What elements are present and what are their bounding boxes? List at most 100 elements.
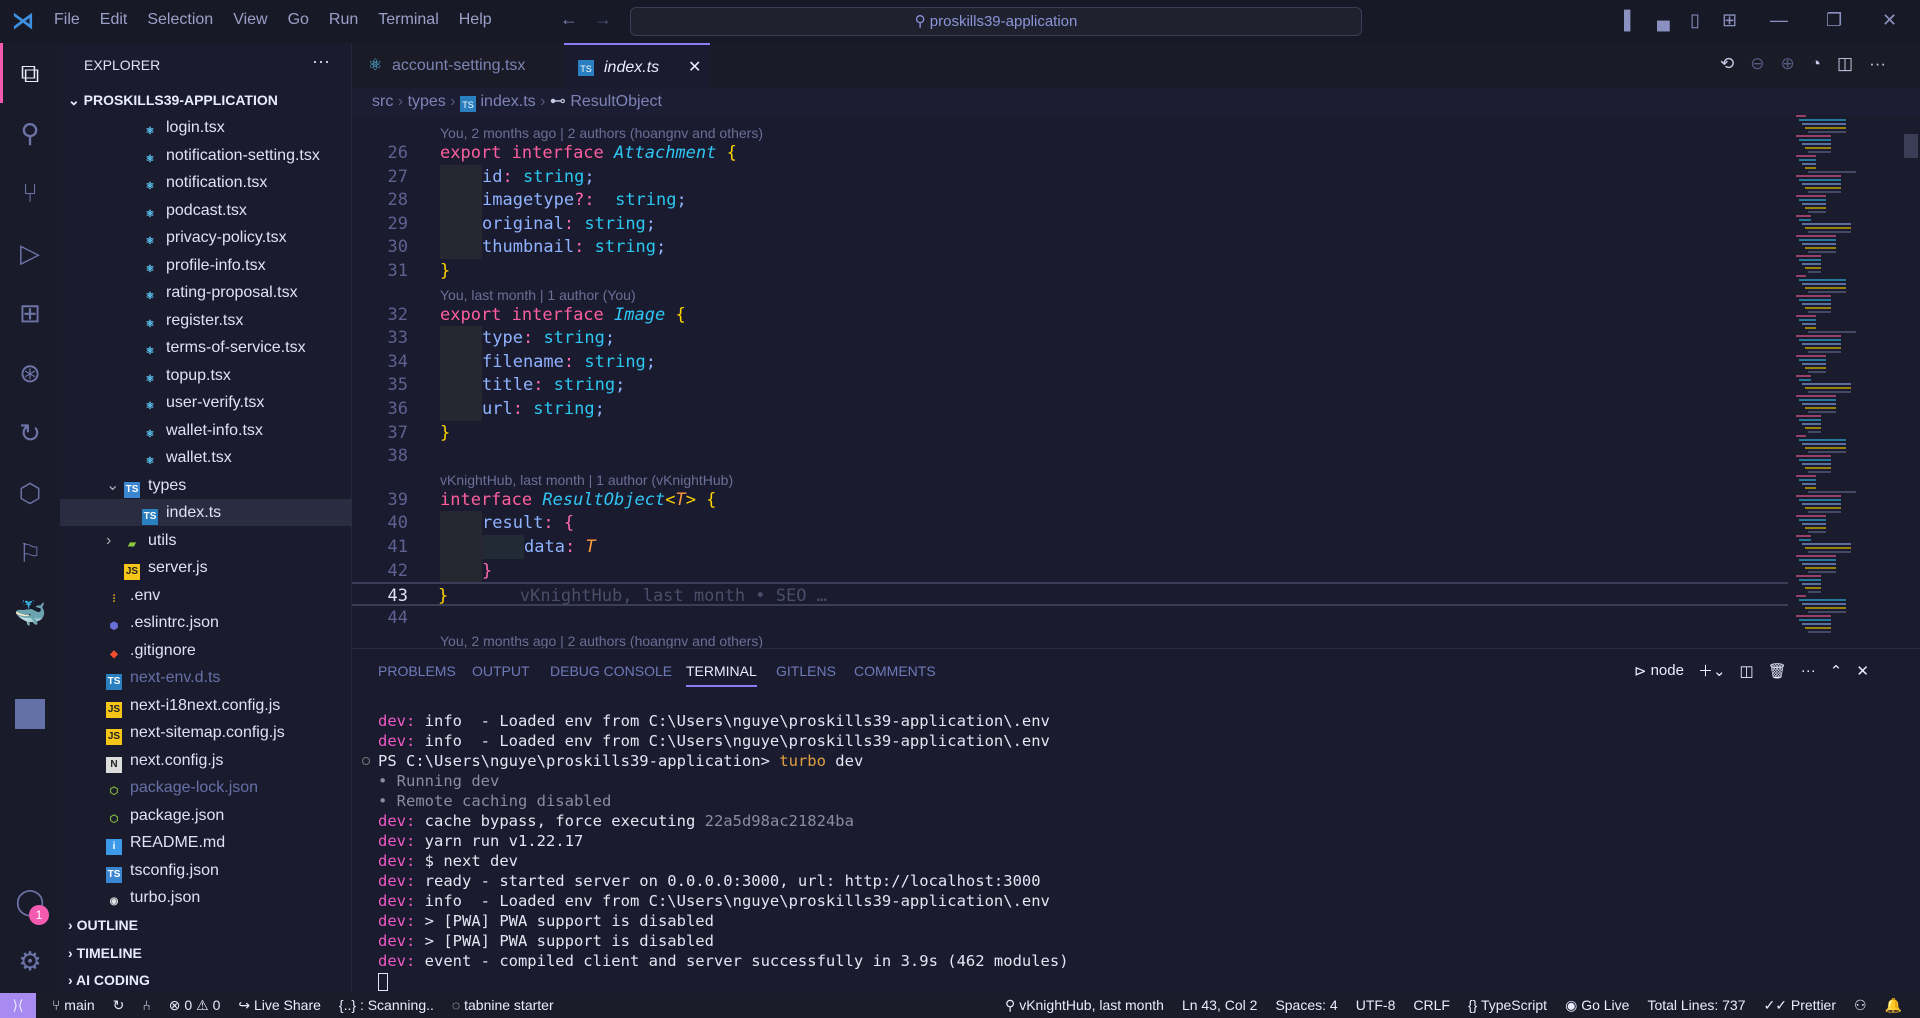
tree-item[interactable]: TS next-env.d.ts (60, 664, 352, 691)
terminal-shell-label[interactable]: node (1651, 662, 1684, 679)
split-editor-icon[interactable]: ◫ (1837, 54, 1853, 74)
more-actions-icon[interactable]: ··· (312, 51, 330, 72)
code-line[interactable]: 39 interface ResultObject<T> { (352, 488, 1788, 512)
section-ai-coding[interactable]: › AI CODING (60, 967, 352, 994)
remote-indicator[interactable]: ⟩⟨ (0, 993, 36, 1018)
tree-item[interactable]: JS server.js (60, 554, 352, 581)
tree-item[interactable]: ◉ turbo.json (60, 884, 352, 911)
live-share-item[interactable]: ↪ Live Share (238, 993, 321, 1018)
code-line[interactable]: 30 thumbnail: string; (352, 235, 1788, 260)
command-center-search[interactable]: ⚲ proskills39-application (630, 7, 1362, 36)
panel-tab-gitlens[interactable]: GITLENS (776, 663, 836, 679)
prettier-item[interactable]: ✓✓ Prettier (1764, 993, 1836, 1018)
code-line[interactable]: 37} (352, 421, 1788, 445)
editor-scrollbar-thumb[interactable] (1904, 134, 1918, 158)
menu-item-selection[interactable]: Selection (137, 11, 223, 29)
tree-item[interactable]: ⚛ topup.tsx (60, 362, 352, 389)
breadcrumb-src[interactable]: src (372, 93, 393, 110)
tree-item[interactable]: JS next-sitemap.config.js (60, 719, 352, 746)
explorer-icon[interactable]: ⧉ (14, 57, 46, 89)
gitlens-compare-icon[interactable]: ◔ (1811, 54, 1821, 74)
source-control-icon[interactable]: ⑂ (14, 177, 46, 209)
code-line[interactable]: 26 export interface Attachment { (352, 141, 1788, 165)
tree-item[interactable]: ⚛ user-verify.tsx (60, 389, 352, 416)
chevron-right-icon[interactable]: › (106, 527, 111, 554)
tree-item[interactable]: ⚛ rating-proposal.tsx (60, 279, 352, 306)
close-window-icon[interactable]: ✕ (1882, 10, 1897, 31)
tab-account-setting[interactable]: ⚛ account-setting.tsx (352, 43, 564, 88)
chevron-down-icon[interactable]: ⌄ (106, 472, 119, 499)
search-icon[interactable]: ⚲ (14, 117, 46, 149)
breadcrumb-types[interactable]: types (408, 93, 446, 110)
tree-item[interactable]: ⬡ package.json (60, 802, 352, 829)
tree-item[interactable]: ◆ .gitignore (60, 637, 352, 664)
workspace-root[interactable]: ⌄ PROSKILLS39-APPLICATION (60, 87, 352, 114)
toggle-primary-sidebar-icon[interactable]: ▌ (1624, 10, 1637, 31)
menu-item-edit[interactable]: Edit (90, 11, 138, 29)
code-line[interactable]: 32 export interface Image { (352, 303, 1788, 327)
code-line[interactable]: 35 title: string; (352, 373, 1788, 398)
menu-item-terminal[interactable]: Terminal (368, 11, 448, 29)
code-line[interactable]: 41 data: T (352, 535, 1788, 559)
bookmark-icon[interactable]: ⚐ (14, 537, 46, 569)
problems-item[interactable]: ⊗ 0 ⚠ 0 (169, 993, 221, 1018)
panel-tab-terminal[interactable]: TERMINAL (686, 663, 757, 687)
code-line[interactable]: 27 id: string; (352, 164, 1788, 189)
panel-tab-debug-console[interactable]: DEBUG CONSOLE (550, 663, 672, 679)
tree-item[interactable]: ⫶ .env (60, 582, 352, 609)
open-changes-icon[interactable]: ⟲ (1720, 54, 1734, 74)
tree-item[interactable]: ⚛ profile-info.tsx (60, 252, 352, 279)
section-timeline[interactable]: › TIMELINE (60, 940, 352, 967)
branch-item[interactable]: ⑂ main (52, 993, 95, 1018)
cursor-position[interactable]: Ln 43, Col 2 (1182, 993, 1258, 1018)
tree-item[interactable]: › ▰ utils (60, 527, 352, 554)
tree-item[interactable]: ⌄ TS types (60, 472, 352, 499)
minimap[interactable] (1788, 115, 1868, 648)
tree-item[interactable]: ⚛ login.tsx (60, 114, 352, 141)
tree-item[interactable]: Nnext.config.js (60, 747, 352, 774)
menu-item-go[interactable]: Go (278, 11, 319, 29)
run-debug-icon[interactable]: ▷ (14, 237, 46, 269)
blame-item[interactable]: ⚲ vKnightHub, last month (1005, 993, 1164, 1018)
next-change-icon[interactable]: ⊕ (1781, 54, 1795, 74)
split-terminal-icon[interactable]: ◫ (1740, 662, 1754, 680)
scanning-status[interactable]: {..} : Scanning.. (339, 993, 434, 1018)
live-share-icon[interactable]: ↻ (14, 417, 46, 449)
tree-item[interactable]: i README.md (60, 829, 352, 856)
notifications-bell-icon[interactable]: 🔔 (1885, 993, 1902, 1018)
close-tab-icon[interactable]: ✕ (688, 45, 701, 90)
tree-item[interactable]: ⚛ privacy-policy.tsx (60, 224, 352, 251)
forward-arrow-icon[interactable]: → (594, 9, 612, 30)
accounts-status-icon[interactable]: ⚇ (1854, 993, 1867, 1018)
docker-icon[interactable]: 🐳 (14, 597, 46, 629)
new-terminal-icon[interactable]: ＋⌄ (1698, 660, 1726, 681)
code-line[interactable]: 36 url: string; (352, 397, 1788, 421)
code-line[interactable]: 43} vKnightHub, last month • SEO … (352, 582, 1788, 607)
code-line[interactable]: 29 original: string; (352, 211, 1788, 236)
back-arrow-icon[interactable]: ← (560, 9, 578, 30)
code-line[interactable]: 33 type: string; (352, 326, 1788, 351)
tab-index-ts[interactable]: TS index.ts ✕ (564, 43, 710, 88)
codelens-text[interactable]: You, 2 months ago | 2 authors (hoangnv a… (440, 629, 763, 648)
code-line[interactable]: 40 result: { (352, 511, 1788, 536)
tree-item[interactable]: TS index.ts (60, 499, 352, 526)
settings-gear-icon[interactable]: ⚙ (14, 945, 46, 977)
kill-terminal-icon[interactable]: 🗑 (1768, 662, 1787, 680)
tree-item[interactable]: ⬢ .eslintrc.json (60, 609, 352, 636)
more-actions-icon[interactable]: ··· (1801, 662, 1816, 679)
tree-item[interactable]: ⚛ wallet.tsx (60, 444, 352, 471)
menu-item-file[interactable]: File (44, 11, 90, 29)
git-graph-icon[interactable]: ⑃ (142, 993, 150, 1018)
line-endings[interactable]: CRLF (1413, 993, 1450, 1018)
tree-item[interactable]: ⚛ terms-of-service.tsx (60, 334, 352, 361)
restore-icon[interactable]: ❐ (1826, 10, 1842, 31)
minimize-icon[interactable]: — (1770, 10, 1788, 31)
tree-item[interactable]: ⚛ register.tsx (60, 307, 352, 334)
code-line[interactable]: 38 (352, 444, 1788, 468)
encoding[interactable]: UTF-8 (1356, 993, 1396, 1018)
menu-item-help[interactable]: Help (449, 11, 502, 29)
more-actions-icon[interactable]: ··· (1869, 54, 1886, 74)
language-mode[interactable]: {} TypeScript (1468, 993, 1547, 1018)
extension-square-icon[interactable] (15, 699, 45, 729)
tree-item[interactable]: TS tsconfig.json (60, 857, 352, 884)
